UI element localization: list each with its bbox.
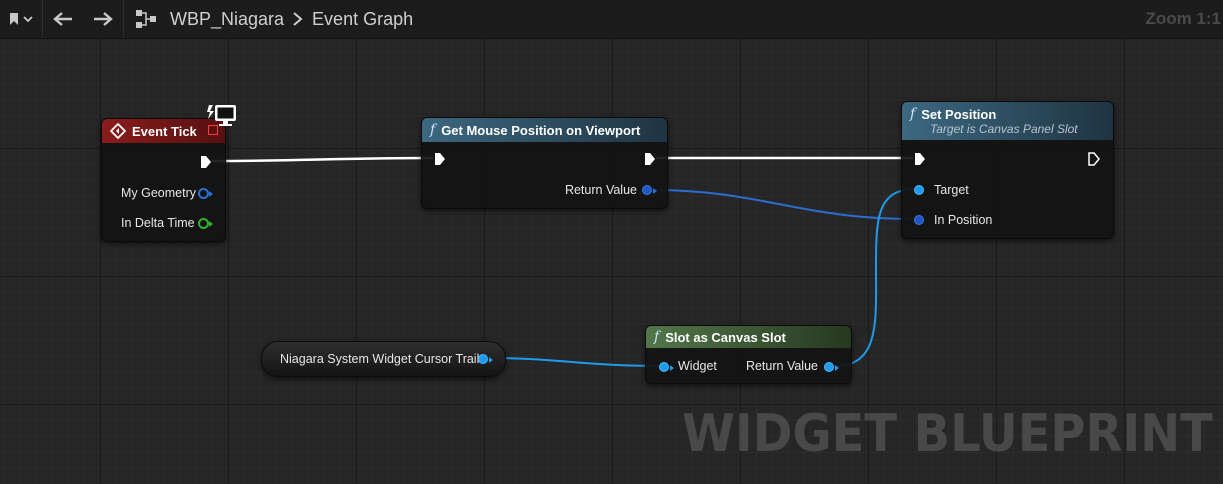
set-position-title: Set Position	[921, 106, 997, 122]
client-monitor-icon	[207, 105, 236, 126]
slot-as-canvas-slot-node[interactable]: f Slot as Canvas Slot Widget Return Valu…	[645, 325, 852, 384]
my-geometry-pin[interactable]	[198, 188, 209, 199]
function-icon: f	[910, 106, 916, 122]
event-tick-title: Event Tick	[132, 123, 197, 139]
exec-in-pin[interactable]	[434, 152, 446, 166]
wire-return-to-inposition	[652, 189, 915, 220]
pin-label-target: Target	[934, 183, 969, 197]
exec-out-pin[interactable]	[1088, 152, 1100, 166]
exec-out-pin[interactable]	[644, 152, 656, 166]
function-icon: f	[430, 122, 436, 138]
variable-label: Niagara System Widget Cursor Trail	[280, 352, 480, 366]
set-position-subtitle: Target is Canvas Panel Slot	[930, 122, 1078, 136]
slot-as-canvas-slot-title: Slot as Canvas Slot	[665, 329, 786, 345]
pin-label-my-geometry: My Geometry	[121, 186, 197, 200]
target-pin[interactable]	[914, 185, 924, 195]
event-diamond-icon	[110, 123, 126, 139]
pin-direction-arrow	[670, 365, 674, 371]
slot-as-canvas-slot-header[interactable]: f Slot as Canvas Slot	[646, 326, 851, 348]
pin-label-return-value: Return Value	[745, 359, 818, 373]
pin-label-widget: Widget	[678, 359, 717, 373]
get-mouse-position-node[interactable]: f Get Mouse Position on Viewport Return …	[421, 117, 668, 209]
in-position-pin[interactable]	[914, 215, 924, 225]
exec-out-pin[interactable]	[200, 155, 212, 169]
pin-direction-arrow	[209, 221, 213, 227]
function-icon: f	[654, 329, 660, 345]
pin-direction-arrow	[835, 365, 839, 371]
pin-label-return-value: Return Value	[564, 183, 637, 197]
return-value-pin[interactable]	[642, 185, 652, 195]
pin-direction-arrow	[209, 191, 213, 197]
niagara-variable-node[interactable]: Niagara System Widget Cursor Trail	[261, 341, 506, 377]
pin-direction-arrow	[489, 357, 493, 363]
get-mouse-position-header[interactable]: f Get Mouse Position on Viewport	[422, 118, 667, 142]
pin-label-in-position: In Position	[934, 213, 993, 227]
pin-label-in-delta-time: In Delta Time	[121, 216, 195, 230]
widget-input-pin[interactable]	[659, 362, 669, 372]
exec-wire-tick-to-mouse	[211, 156, 434, 163]
event-tick-node[interactable]: Event Tick My Geometry In Delta Time	[101, 118, 226, 242]
return-value-pin[interactable]	[824, 362, 834, 372]
wire-variable-to-widget	[486, 357, 665, 367]
in-delta-time-pin[interactable]	[198, 218, 209, 229]
pin-direction-arrow	[653, 188, 657, 194]
exec-in-pin[interactable]	[914, 152, 926, 166]
set-position-header[interactable]: f Set Position Target is Canvas Panel Sl…	[902, 102, 1113, 140]
get-mouse-position-title: Get Mouse Position on Viewport	[441, 122, 641, 138]
widget-blueprint-watermark: WIDGET BLUEPRINT	[682, 404, 1213, 464]
set-position-node[interactable]: f Set Position Target is Canvas Panel Sl…	[901, 101, 1114, 239]
variable-output-pin[interactable]	[478, 354, 488, 364]
